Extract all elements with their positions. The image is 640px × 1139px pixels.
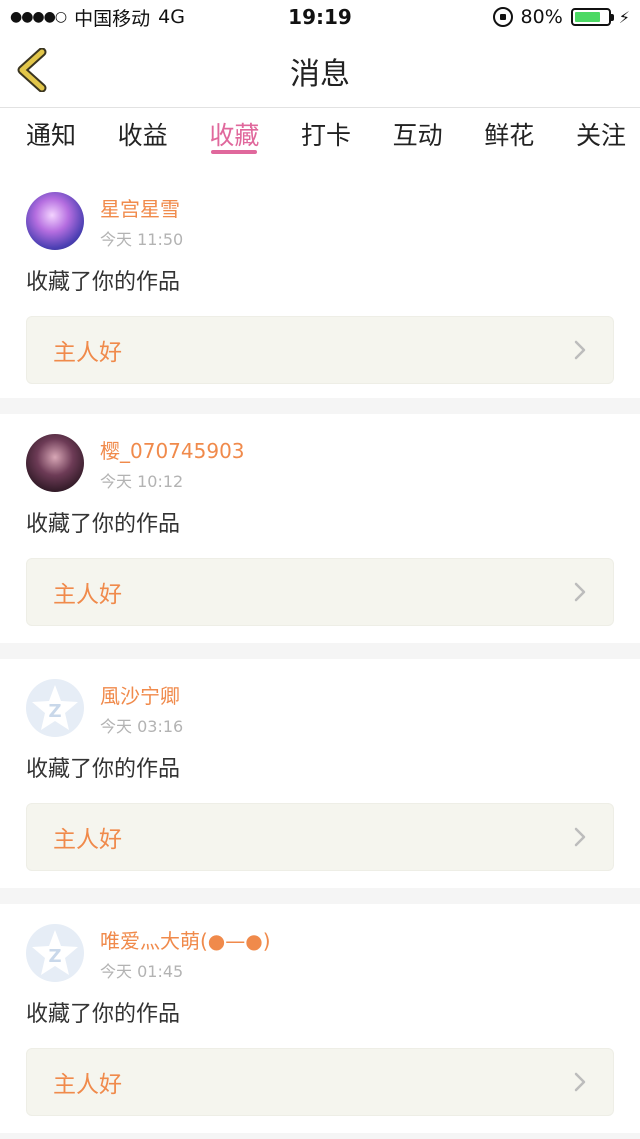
chevron-right-icon: [574, 1072, 586, 1092]
avatar[interactable]: Z: [26, 924, 84, 982]
battery-percent: 80%: [520, 6, 563, 28]
battery-icon: [570, 8, 614, 26]
back-arrow-icon: [17, 47, 47, 93]
list-item: 樱_070745903 今天 10:12 收藏了你的作品 主人好: [0, 414, 640, 643]
list-item: Z 風沙宁卿 今天 03:16 收藏了你的作品 主人好: [0, 659, 640, 888]
user-meta: 唯爱灬大萌(●—●) 今天 01:45: [100, 925, 271, 982]
default-avatar-icon: Z: [32, 685, 78, 730]
network-label: 4G: [158, 6, 185, 28]
username[interactable]: 樱_070745903: [100, 435, 245, 464]
work-link[interactable]: 主人好: [26, 803, 614, 871]
tab-favorites[interactable]: 收藏: [209, 108, 259, 172]
user-meta: 風沙宁卿 今天 03:16: [100, 680, 183, 737]
list-item: 星宫星雪 今天 11:50 收藏了你的作品 主人好: [0, 172, 640, 398]
user-meta: 樱_070745903 今天 10:12: [100, 435, 245, 492]
message-text: 收藏了你的作品: [26, 757, 181, 782]
user-meta: 星宫星雪 今天 11:50: [100, 193, 183, 250]
work-link[interactable]: 主人好: [26, 558, 614, 626]
list-item: Z 唯爱灬大萌(●—●) 今天 01:45 收藏了你的作品 主人好: [0, 904, 640, 1133]
message-text: 收藏了你的作品: [26, 512, 181, 537]
tab-earnings[interactable]: 收益: [118, 108, 168, 172]
tab-notifications[interactable]: 通知: [26, 108, 76, 172]
page-title: 消息: [290, 56, 350, 92]
work-title: 主人好: [53, 827, 122, 853]
chevron-right-icon: [574, 827, 586, 847]
status-left: ●●●●○ 中国移动 4G: [10, 4, 185, 31]
chevron-right-icon: [574, 582, 586, 602]
default-avatar-icon: Z: [32, 930, 78, 975]
timestamp: 今天 11:50: [100, 229, 184, 249]
timestamp: 今天 03:16: [100, 716, 184, 736]
chevron-right-icon: [574, 340, 586, 360]
back-button[interactable]: [14, 47, 54, 93]
signal-icon: ●●●●○: [10, 9, 67, 25]
tab-following[interactable]: 关注: [576, 108, 626, 172]
rotation-lock-icon: [492, 7, 513, 27]
item-header: 星宫星雪 今天 11:50: [26, 190, 614, 252]
message-text: 收藏了你的作品: [26, 270, 181, 295]
work-link[interactable]: 主人好: [26, 316, 614, 384]
username[interactable]: 風沙宁卿: [100, 680, 183, 709]
battery-fill: [574, 12, 601, 22]
username[interactable]: 唯爱灬大萌(●—●): [100, 925, 271, 954]
tab-bar: 通知 收益 收藏 打卡 互动 鲜花 关注: [0, 108, 640, 172]
charging-icon: ⚡: [618, 7, 630, 27]
work-title: 主人好: [53, 340, 122, 366]
item-header: Z 風沙宁卿 今天 03:16: [26, 677, 614, 739]
tab-flowers[interactable]: 鲜花: [484, 108, 534, 172]
item-header: Z 唯爱灬大萌(●—●) 今天 01:45: [26, 922, 614, 984]
work-title: 主人好: [53, 1072, 122, 1098]
svg-text:Z: Z: [48, 701, 61, 722]
work-title: 主人好: [53, 582, 122, 608]
tab-interactions[interactable]: 互动: [393, 108, 443, 172]
avatar[interactable]: [26, 434, 84, 492]
nav-bar: 消息: [0, 34, 640, 108]
timestamp: 今天 01:45: [100, 961, 184, 981]
item-header: 樱_070745903 今天 10:12: [26, 432, 614, 494]
message-list: 星宫星雪 今天 11:50 收藏了你的作品 主人好 樱_070745903 今天…: [0, 172, 640, 1133]
carrier-label: 中国移动: [74, 7, 151, 30]
username[interactable]: 星宫星雪: [100, 193, 183, 222]
avatar[interactable]: Z: [26, 679, 84, 737]
work-link[interactable]: 主人好: [26, 1048, 614, 1116]
avatar[interactable]: [26, 192, 84, 250]
timestamp: 今天 10:12: [100, 471, 184, 491]
status-right: 80% ⚡: [492, 6, 630, 28]
message-text: 收藏了你的作品: [26, 1002, 181, 1027]
svg-text:Z: Z: [48, 946, 61, 967]
tab-checkin[interactable]: 打卡: [301, 108, 351, 172]
status-bar: ●●●●○ 中国移动 4G 19:19 80% ⚡: [0, 0, 640, 34]
